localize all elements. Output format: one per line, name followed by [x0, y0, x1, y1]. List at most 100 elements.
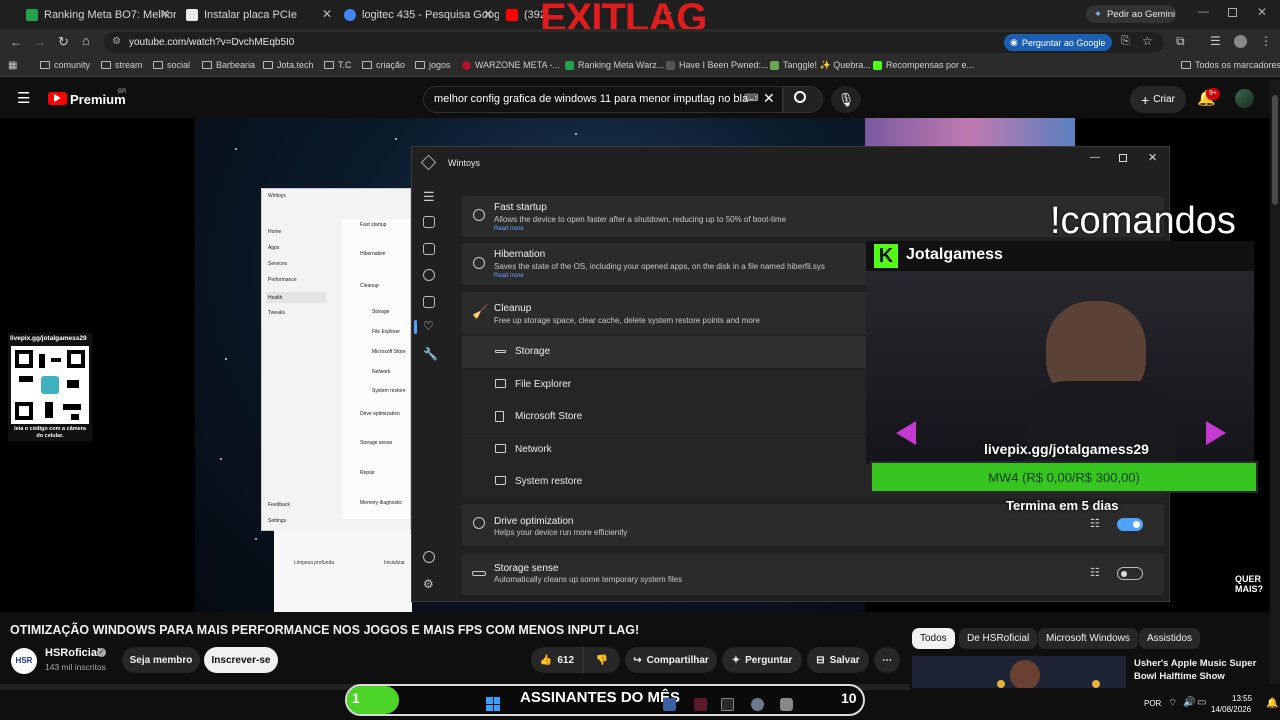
video-player[interactable]: livepix.gg/jotalgamess29 leia o código c… — [0, 118, 1270, 612]
bookmark-folder[interactable]: Barbearia — [202, 60, 255, 70]
bookmark-link[interactable]: Tanggle! ✨ Quebra... — [770, 60, 871, 71]
wifi-icon[interactable]: ⌔ — [1168, 697, 1177, 710]
close-window-icon[interactable]: ✕ — [1257, 5, 1267, 19]
forward-icon[interactable]: → — [34, 35, 46, 49]
qr-code[interactable] — [11, 346, 89, 424]
win-maximize-icon[interactable] — [1119, 154, 1127, 162]
subscribe-button[interactable]: Inscrever-se — [204, 647, 278, 673]
voice-search-icon[interactable]: 🎙 — [831, 86, 861, 113]
profile-avatar[interactable] — [1234, 35, 1247, 48]
clear-search-icon[interactable]: ✕ — [763, 90, 775, 107]
bookmark-link[interactable]: Have I Been Pwned:... — [666, 60, 769, 70]
channel-name-link[interactable]: HSRoficial — [45, 647, 100, 659]
install-icon[interactable]: ⎘ — [1121, 35, 1130, 48]
bookmark-link[interactable]: Recompensas por e... — [873, 60, 974, 70]
home-icon[interactable]: ⌂ — [82, 33, 90, 48]
all-bookmarks[interactable]: Todos os marcadores — [1181, 60, 1280, 70]
extensions-icon[interactable]: ⧉ — [1176, 34, 1185, 49]
share-button[interactable]: ↪ Compartilhar — [625, 647, 717, 673]
bookmark-link[interactable]: WARZONE META -... — [462, 60, 560, 70]
recommendation-title[interactable]: Usher's Apple Music Super Bowl Halftime S… — [1134, 657, 1256, 683]
chip-channel[interactable]: De HSRoficial — [959, 628, 1038, 649]
language-indicator[interactable]: POR — [1144, 699, 1161, 708]
quer-mais-badge[interactable]: QUER MAIS? — [1235, 574, 1263, 594]
power-icon — [473, 209, 485, 221]
site-info-icon[interactable]: ⚙ — [112, 36, 121, 47]
taskbar-app-icon[interactable] — [694, 698, 707, 711]
back-icon[interactable]: ← — [10, 35, 22, 49]
menu-icon[interactable]: ⋮ — [1260, 34, 1272, 48]
drive-optimization-toggle[interactable] — [1117, 518, 1143, 531]
storage-label: Storage — [515, 346, 551, 357]
chip-topic[interactable]: Microsoft Windows — [1038, 628, 1138, 649]
close-tab-icon[interactable]: ✕ — [322, 7, 332, 21]
browser-tab[interactable]: logitec 435 - Pesquisa Google ✕ — [344, 4, 499, 26]
settings-gear-icon[interactable] — [751, 698, 764, 711]
minimize-icon[interactable]: — — [1198, 6, 1209, 18]
like-button[interactable]: 👍 612 — [531, 647, 583, 673]
gemini-button[interactable]: ✦ Pedir ao Gemini — [1086, 5, 1176, 23]
drive-settings-icon[interactable]: ☷ — [1090, 517, 1100, 530]
ask-google-button[interactable]: ◉ Perguntar ao Google — [1004, 34, 1112, 51]
recommendation-thumbnail[interactable] — [912, 656, 1126, 688]
browser-tab[interactable]: Ranking Meta BO7: Melhores C✕ — [26, 4, 176, 26]
storage-sense-settings-icon[interactable]: ☷ — [1090, 566, 1100, 579]
bookmark-link[interactable]: Ranking Meta Warz... — [565, 60, 664, 70]
ask-button[interactable]: ✦ Perguntar — [722, 647, 802, 673]
nav-services-icon[interactable] — [423, 269, 435, 281]
system-time[interactable]: 13:55 — [1232, 694, 1252, 703]
chip-watched[interactable]: Assistidos — [1139, 628, 1201, 649]
nav-menu-icon[interactable]: ☰ — [423, 189, 435, 205]
join-button[interactable]: Seja membro — [122, 647, 200, 673]
dislike-button[interactable]: 👎 — [583, 647, 620, 673]
read-more-link[interactable]: Read more — [494, 273, 524, 279]
search-query[interactable]: melhor config grafica de windows 11 para… — [434, 93, 754, 105]
scrollbar-thumb[interactable] — [1272, 95, 1278, 205]
nav-performance-icon[interactable] — [423, 296, 435, 308]
bookmark-folder[interactable]: Jota.tech — [263, 60, 314, 70]
battery-icon[interactable]: ▭ — [1197, 697, 1206, 708]
apps-grid-icon[interactable]: ▦ — [8, 60, 17, 71]
maximize-icon[interactable] — [1228, 8, 1237, 17]
bookmark-folder[interactable]: T.C — [324, 60, 352, 70]
storage-sense-toggle[interactable] — [1117, 567, 1143, 580]
bookmark-folder[interactable]: social — [153, 60, 190, 70]
volume-icon[interactable]: 🔊 — [1183, 697, 1195, 708]
tab-list-icon[interactable]: ☰ — [1210, 34, 1221, 48]
hamburger-menu-icon[interactable]: ☰ — [17, 89, 30, 107]
bookmark-folder[interactable]: jogos — [415, 60, 451, 70]
reload-icon[interactable]: ↻ — [58, 34, 69, 50]
taskbar-app-icon[interactable] — [663, 698, 676, 711]
nav-settings-icon[interactable]: ⚙ — [423, 577, 434, 591]
create-button[interactable]: + Criar — [1130, 86, 1186, 113]
notification-center-icon[interactable]: 🔔 — [1266, 698, 1278, 709]
win-minimize-icon[interactable]: — — [1090, 152, 1100, 163]
bookmark-folder[interactable]: comunity — [40, 60, 90, 70]
win-close-icon[interactable]: ✕ — [1148, 151, 1157, 164]
nav-tweaks-icon[interactable]: 🔧 — [423, 347, 438, 361]
small-item: Fast startup — [360, 222, 387, 228]
nav-apps-icon[interactable] — [423, 243, 435, 255]
system-date[interactable]: 14/08/2026 — [1211, 705, 1251, 714]
windows-start-icon[interactable] — [486, 697, 500, 711]
read-more-link[interactable]: Read more — [494, 226, 524, 232]
browser-tab[interactable]: Instalar placa PCIe ✕ — [186, 4, 338, 26]
chip-all[interactable]: Todos — [912, 628, 955, 649]
storage-sense-card[interactable]: Storage sense Automatically cleans up so… — [462, 553, 1164, 595]
bookmark-folder[interactable]: criação — [362, 60, 405, 70]
close-tab-icon[interactable]: ✕ — [160, 7, 170, 21]
close-tab-icon[interactable]: ✕ — [483, 7, 493, 21]
url-text[interactable]: youtube.com/watch?v=DvchMEqb5I0 — [129, 37, 294, 48]
bookmark-star-icon[interactable]: ☆ — [1142, 34, 1153, 48]
nav-home-icon[interactable] — [423, 216, 435, 228]
keyboard-icon[interactable]: ⌨ — [744, 93, 758, 104]
wintoys-taskbar-icon[interactable] — [780, 698, 793, 711]
channel-avatar[interactable]: HSR — [11, 648, 37, 674]
more-actions-button[interactable]: ⋯ — [874, 647, 900, 673]
save-button[interactable]: ⊟ Salvar — [807, 647, 869, 673]
nav-feedback-icon[interactable] — [423, 551, 435, 563]
epic-games-icon[interactable] — [721, 698, 734, 711]
bookmark-folder[interactable]: stream — [101, 60, 143, 70]
account-avatar[interactable] — [1235, 89, 1254, 108]
nav-health-icon[interactable]: ♡ — [423, 319, 434, 333]
